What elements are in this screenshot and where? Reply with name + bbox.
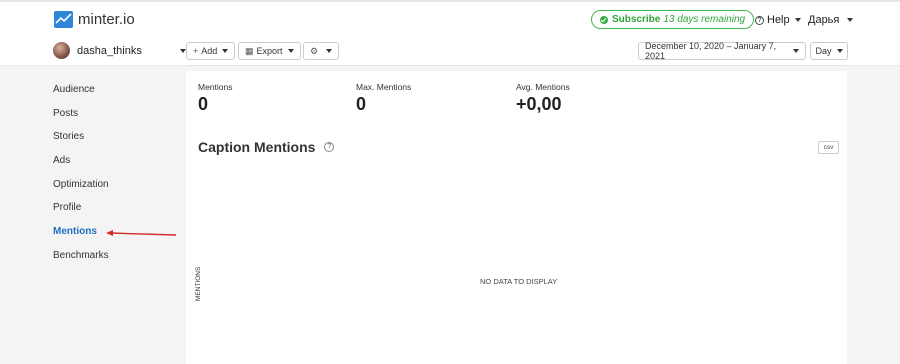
add-button[interactable]: + Add: [186, 42, 236, 60]
y-axis-label: MENTIONS: [195, 266, 202, 301]
sidebar-item-stories[interactable]: Stories: [53, 131, 109, 155]
stat-value: 0: [356, 94, 367, 114]
plus-icon: +: [193, 46, 199, 56]
sidebar-item-ads[interactable]: Ads: [53, 155, 109, 179]
stat-label: Avg. Mentions: [516, 82, 570, 92]
account-switcher[interactable]: dasha_thinks: [53, 42, 142, 59]
trial-remaining: 13 days remaining: [663, 14, 746, 25]
export-label: Export: [256, 46, 283, 56]
caption-mentions-title: Caption Mentions: [198, 139, 316, 155]
chevron-down-icon: [222, 49, 229, 53]
question-circle-icon: ?: [755, 15, 764, 25]
settings-button[interactable]: ⚙: [303, 42, 340, 60]
database-icon: ▦: [245, 45, 254, 56]
chevron-down-icon: [836, 49, 843, 53]
account-name: dasha_thinks: [77, 44, 142, 57]
stat-max-mentions: Max. Mentions 0: [356, 82, 411, 115]
user-menu[interactable]: Дарья: [808, 14, 854, 26]
top-bar: minter.io Subscribe 13 days remaining ? …: [0, 0, 900, 36]
help-label: Help: [767, 14, 790, 26]
csv-export-button[interactable]: csv: [818, 141, 839, 154]
stat-value: +0,00: [516, 94, 562, 114]
brand-name: minter.io: [78, 11, 135, 28]
date-range-label: December 10, 2020 – January 7, 2021: [645, 41, 777, 61]
stat-label: Max. Mentions: [356, 82, 412, 92]
sidebar-item-profile[interactable]: Profile: [53, 202, 109, 226]
question-circle-icon[interactable]: ?: [324, 142, 335, 152]
gear-icon: ⚙: [310, 45, 319, 56]
mentions-card: Mentions 0 Max. Mentions 0 Avg. Mentions…: [186, 71, 847, 364]
sidebar-nav: Audience Posts Stories Ads Optimization …: [53, 84, 109, 274]
stat-mentions: Mentions 0: [198, 82, 233, 115]
stat-label: Mentions: [198, 82, 233, 92]
sidebar-item-benchmarks[interactable]: Benchmarks: [53, 250, 109, 274]
add-label: Add: [201, 46, 218, 56]
empty-state-message: NO DATA TO DISPLAY: [480, 277, 558, 286]
stat-avg-mentions: Avg. Mentions +0,00: [516, 82, 570, 115]
stat-value: 0: [198, 94, 209, 114]
avatar: [53, 42, 70, 59]
user-name: Дарья: [808, 14, 840, 26]
sidebar-item-optimization[interactable]: Optimization: [53, 179, 109, 203]
chevron-down-icon: [326, 49, 333, 53]
subscribe-button[interactable]: Subscribe 13 days remaining: [591, 10, 755, 29]
sidebar-item-audience[interactable]: Audience: [53, 84, 109, 108]
chevron-down-icon: [794, 18, 801, 22]
chevron-down-icon: [793, 49, 799, 53]
section-title: Caption Mentions ?: [198, 139, 335, 155]
toolbar: dasha_thinks + Add ▦ Export ⚙ December 1…: [0, 36, 900, 66]
chevron-down-icon: [287, 49, 294, 53]
export-button[interactable]: ▦ Export: [238, 42, 301, 60]
sidebar-item-mentions[interactable]: Mentions: [53, 226, 109, 250]
annotation-arrow-icon: [106, 230, 177, 236]
sidebar-item-posts[interactable]: Posts: [53, 108, 109, 132]
interval-select[interactable]: Day: [810, 42, 848, 60]
brand-logo[interactable]: minter.io: [54, 11, 135, 28]
subscribe-label: Subscribe: [612, 14, 661, 25]
interval-label: Day: [815, 46, 832, 56]
date-range-picker[interactable]: December 10, 2020 – January 7, 2021: [638, 41, 806, 61]
logo-chart-icon: [54, 11, 73, 28]
help-menu[interactable]: ? Help: [755, 14, 801, 26]
chevron-down-icon: [847, 18, 854, 23]
check-circle-icon: [600, 15, 608, 24]
